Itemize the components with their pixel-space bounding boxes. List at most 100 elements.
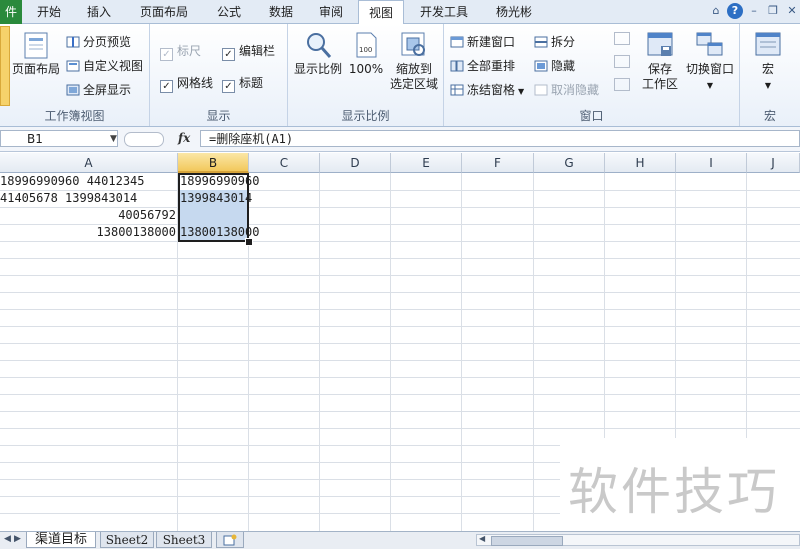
column-header-d[interactable]: D	[320, 153, 391, 173]
group-label-zoom: 显示比例	[341, 109, 390, 123]
tab-data[interactable]: 数据	[258, 0, 304, 24]
formula-bar-splitter[interactable]	[124, 132, 164, 147]
column-header-e[interactable]: E	[391, 153, 462, 173]
page-layout-icon	[24, 32, 48, 59]
column-header-b[interactable]: B	[178, 153, 249, 173]
gridlines-label: 网格线	[177, 76, 214, 90]
next-sheet-icon[interactable]: ▶	[14, 534, 21, 544]
new-window-label: 新建窗口	[467, 35, 516, 49]
column-header-i[interactable]: I	[676, 153, 747, 173]
group-label-workbook-views: 工作簿视图	[44, 109, 105, 123]
restore-icon[interactable]: ❐	[765, 3, 781, 19]
freeze-panes-label: 冻结窗格	[467, 83, 516, 97]
macros-icon	[755, 32, 781, 56]
new-window-button[interactable]: 新建窗口	[450, 33, 515, 50]
freeze-panes-button[interactable]: 冻结窗格 ▼	[450, 81, 524, 98]
zoom-button[interactable]: 显示比例	[290, 30, 346, 77]
group-label-show: 显示	[206, 109, 231, 123]
switch-windows-button[interactable]: 切换窗口 ▼	[682, 30, 738, 93]
zoom-100-label: 100%	[348, 62, 384, 76]
unhide-icon	[534, 84, 548, 96]
name-box[interactable]: B1	[0, 130, 118, 147]
scroll-left-icon[interactable]: ◀	[479, 534, 485, 543]
tab-user[interactable]: 杨光彬	[484, 0, 544, 24]
ruler-checkbox[interactable]: ✓ 标尺	[160, 42, 201, 61]
sheet-tab-1[interactable]: 渠道目标	[26, 532, 96, 548]
tab-insert[interactable]: 插入	[76, 0, 122, 24]
arrange-all-label: 全部重排	[467, 59, 516, 73]
full-screen-button[interactable]: 全屏显示	[66, 81, 131, 98]
sheet-tab-2[interactable]: Sheet2	[100, 532, 154, 548]
checkbox-checked-icon: ✓	[222, 80, 235, 93]
view-side-by-side-icon[interactable]	[614, 32, 630, 45]
cell-a2[interactable]: 41405678 1399843014	[0, 190, 176, 207]
svg-text:100: 100	[359, 46, 372, 54]
zoom-selection-icon	[401, 32, 425, 56]
page-layout-label: 页面布局	[11, 62, 60, 76]
tab-file[interactable]: 件	[0, 0, 22, 24]
tab-developer[interactable]: 开发工具	[410, 0, 478, 24]
macros-button[interactable]: 宏 ▼	[746, 30, 790, 93]
scrollbar-thumb[interactable]	[491, 536, 563, 546]
headings-checkbox[interactable]: ✓ 标题	[222, 74, 263, 93]
unhide-button[interactable]: 取消隐藏	[534, 81, 599, 98]
group-label-macros: 宏	[763, 109, 776, 123]
tab-review[interactable]: 审阅	[308, 0, 354, 24]
close-icon[interactable]: ✕	[784, 3, 800, 19]
page-break-preview-label: 分页预览	[83, 35, 132, 49]
column-header-c[interactable]: C	[249, 153, 320, 173]
insert-function-icon[interactable]: fx	[178, 131, 190, 145]
cell-b1[interactable]: 18996990960	[180, 173, 270, 190]
split-button[interactable]: 拆分	[534, 33, 575, 50]
zoom-selection-label-1: 缩放到	[395, 62, 432, 76]
zoom-100-button[interactable]: 100 100%	[346, 30, 386, 77]
tab-home[interactable]: 开始	[26, 0, 72, 24]
tab-formulas[interactable]: 公式	[206, 0, 252, 24]
custom-views-icon	[66, 60, 80, 72]
collapse-ribbon-icon[interactable]: ⌂	[708, 3, 724, 19]
horizontal-scrollbar[interactable]: ◀	[476, 534, 800, 546]
gridlines-checkbox[interactable]: ✓ 网格线	[160, 74, 213, 93]
help-icon[interactable]: ?	[727, 3, 743, 19]
ribbon: 页面布局 分页预览 自定义视图 全屏显示 工作簿视图 ✓ 标尺 ✓ 编辑栏 ✓ 网格线…	[0, 24, 800, 127]
save-workspace-icon	[647, 32, 673, 56]
tab-view[interactable]: 视图	[358, 0, 404, 25]
sheet-tab-3[interactable]: Sheet3	[156, 532, 212, 548]
split-icon	[534, 36, 548, 48]
column-header-h[interactable]: H	[605, 153, 676, 173]
cell-a3[interactable]: 40056792	[0, 207, 176, 224]
formula-input[interactable]: =删除座机(A1)	[200, 130, 800, 147]
insert-sheet-button[interactable]	[216, 532, 244, 548]
column-header-f[interactable]: F	[462, 153, 534, 173]
custom-views-button[interactable]: 自定义视图	[66, 57, 143, 74]
column-header-a[interactable]: A	[0, 153, 178, 173]
prev-sheet-icon[interactable]: ◀	[4, 534, 11, 544]
minimize-icon[interactable]: –	[746, 3, 762, 19]
name-box-dropdown-icon[interactable]: ▼	[110, 134, 117, 144]
ruler-label: 标尺	[177, 44, 202, 58]
save-workspace-button[interactable]: 保存 工作区	[638, 30, 682, 92]
cell-b4[interactable]: 13800138000	[180, 224, 270, 241]
hide-button[interactable]: 隐藏	[534, 57, 575, 74]
magnifier-icon	[307, 33, 332, 58]
reset-window-position-icon[interactable]	[614, 78, 630, 91]
cell-a1[interactable]: 18996990960 44012345	[0, 173, 176, 190]
fill-handle[interactable]	[245, 238, 253, 246]
sync-scroll-icon[interactable]	[614, 55, 630, 68]
cell-a4[interactable]: 13800138000	[0, 224, 176, 241]
tab-page-layout[interactable]: 页面布局	[130, 0, 198, 24]
column-header-j[interactable]: J	[747, 153, 800, 173]
freeze-panes-icon	[450, 84, 464, 96]
arrange-all-button[interactable]: 全部重排	[450, 57, 515, 74]
arrange-all-icon	[450, 60, 464, 72]
switch-windows-label: 切换窗口	[685, 62, 734, 76]
normal-view-button[interactable]	[0, 26, 10, 106]
column-header-g[interactable]: G	[534, 153, 605, 173]
cell-b2[interactable]: 1399843014	[180, 190, 270, 207]
page-layout-button[interactable]: 页面布局	[10, 30, 62, 77]
zoom-selection-label-2: 选定区域	[389, 77, 438, 91]
zoom-to-selection-button[interactable]: 缩放到 选定区域	[386, 30, 442, 92]
page-break-preview-button[interactable]: 分页预览	[66, 33, 131, 50]
formula-bar-checkbox[interactable]: ✓ 编辑栏	[222, 42, 275, 61]
dropdown-arrow-icon: ▼	[764, 81, 772, 90]
